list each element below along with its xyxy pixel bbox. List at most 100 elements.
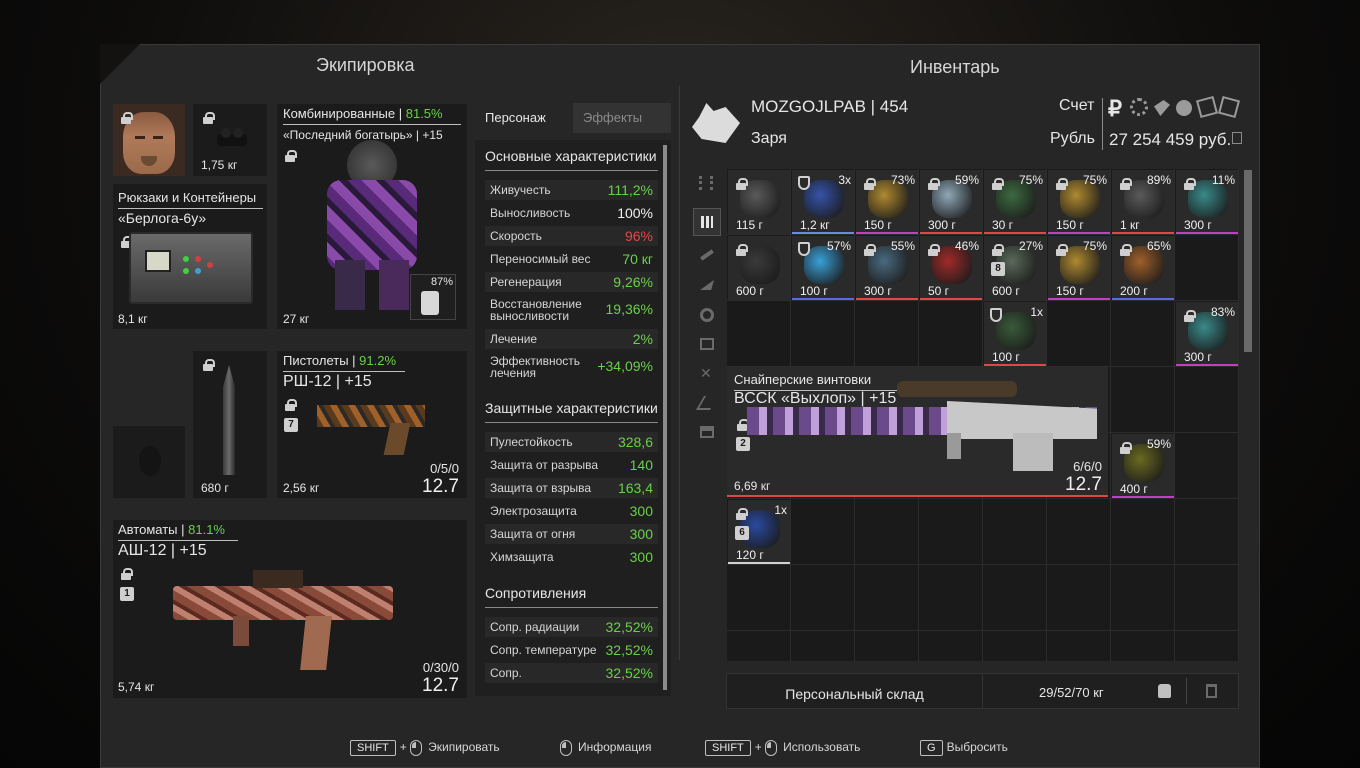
inventory-item[interactable]: 600 г <box>728 236 790 300</box>
item-rarity-bar <box>792 298 854 300</box>
stat-row: Лечение 2% <box>485 329 658 349</box>
lock-icon <box>736 244 748 256</box>
lock-icon <box>203 359 215 371</box>
inventory-scrollbar[interactable] <box>1244 170 1252 352</box>
sniper-caliber: 12.7 <box>1065 474 1102 495</box>
inventory-item[interactable]: 75% 30 г <box>984 170 1046 234</box>
stats-scrollbar[interactable] <box>663 145 667 690</box>
stat-value: 96% <box>624 228 653 244</box>
inventory-item[interactable]: 83% 300 г <box>1176 302 1238 366</box>
item-weight: 30 г <box>992 218 1014 232</box>
stat-label: Скорость <box>490 229 542 243</box>
inventory-item[interactable]: 75% 150 г <box>1048 236 1110 300</box>
item-rarity-bar <box>1112 496 1174 498</box>
inventory-item[interactable]: 46% 50 г <box>920 236 982 300</box>
backpack-slot[interactable]: Рюкзаки и Контейнеры «Берлога-6у» 8,1 кг <box>113 184 267 329</box>
armor-insert-slot[interactable]: 87% <box>410 274 456 320</box>
item-percent: 89% <box>1146 173 1171 187</box>
item-percent: 1x <box>774 503 787 517</box>
item-percent: 11% <box>1211 173 1235 187</box>
misc-filter-icon[interactable] <box>695 396 719 410</box>
pistol-title: Пистолеты | 91.2% <box>283 353 397 368</box>
item-rarity-bar <box>1112 298 1174 300</box>
inventory-item[interactable]: 65% 200 г <box>1112 236 1174 300</box>
item-weight: 150 г <box>864 218 892 232</box>
inventory-item[interactable]: 1x 100 г <box>984 302 1046 366</box>
weight-icon <box>1158 684 1171 698</box>
item-weight: 1,2 кг <box>800 218 830 232</box>
lock-icon <box>736 178 748 190</box>
hint-drop: G Выбросить <box>920 740 1008 756</box>
inventory-item[interactable]: 59% 300 г <box>920 170 982 234</box>
item-percent: 75% <box>1082 239 1107 253</box>
token-currency-icon[interactable] <box>1176 100 1192 116</box>
knife-filter-icon[interactable] <box>700 280 714 290</box>
stat-label: Электрозащита <box>490 504 577 518</box>
rifle-caliber: 12.7 <box>422 675 459 696</box>
inventory-item[interactable]: 115 г <box>728 170 790 234</box>
pistol-slot[interactable]: Пистолеты | 91.2% РШ-12 | +15 7 0/5/0 12… <box>277 351 467 498</box>
pistol-slot-badge: 7 <box>284 418 298 432</box>
stat-value: 300 <box>629 503 653 519</box>
item-rarity-bar <box>984 364 1046 366</box>
inventory-item[interactable]: 55% 300 г <box>856 236 918 300</box>
item-rarity-bar <box>984 232 1046 234</box>
shield-icon <box>798 242 810 256</box>
stat-row: Живучесть 111,2% <box>485 180 658 200</box>
ruble-icon[interactable]: ₽ <box>1108 96 1122 122</box>
stat-label: Сопр. радиации <box>490 620 580 634</box>
account-label: Счет <box>1059 97 1095 114</box>
artifact-filter-icon[interactable] <box>700 308 714 322</box>
lock-icon <box>285 399 297 411</box>
stat-label: Пулестойкость <box>490 435 573 449</box>
nightvision-slot[interactable]: 1,75 кг <box>193 104 267 176</box>
stat-value: 32,52% <box>605 642 653 658</box>
shield-icon <box>798 176 810 190</box>
inventory-item[interactable]: 59% 400 г <box>1112 434 1174 498</box>
item-slot-badge: 8 <box>991 262 1005 276</box>
item-rarity-bar <box>1176 232 1238 234</box>
inventory-item[interactable]: 57% 100 г <box>792 236 854 300</box>
inventory-item[interactable]: 8 27% 600 г <box>984 236 1046 300</box>
inventory-item[interactable]: 75% 150 г <box>1048 170 1110 234</box>
item-weight: 300 г <box>1184 350 1212 364</box>
armor-slot[interactable]: Комбинированные | 81.5% «Последний богат… <box>277 104 467 329</box>
inventory-item[interactable]: 6 1x 120 г <box>728 500 790 564</box>
trash-icon[interactable] <box>1206 684 1217 698</box>
weapon-filter-icon[interactable] <box>700 249 714 261</box>
grenade-slot[interactable] <box>113 426 185 498</box>
expand-icon[interactable] <box>1232 132 1242 144</box>
lock-icon <box>1120 178 1132 190</box>
device-filter-icon[interactable] <box>700 338 714 350</box>
face-slot[interactable] <box>113 104 185 176</box>
grid-view-icon[interactable] <box>693 208 721 236</box>
personal-storage-button[interactable]: Персональный склад <box>727 674 983 708</box>
currency-label: Рубль <box>1050 130 1095 147</box>
pistol-ammo: 0/5/0 <box>430 461 459 476</box>
lock-icon <box>928 244 940 256</box>
tab-effects[interactable]: Эффекты <box>573 103 671 133</box>
gear-currency-icon[interactable] <box>1130 98 1148 116</box>
tab-character[interactable]: Персонаж <box>475 103 573 133</box>
pistol-icon <box>317 387 427 457</box>
stat-value: 2% <box>632 331 653 347</box>
item-weight: 150 г <box>1056 218 1084 232</box>
mouse-icon <box>560 740 572 756</box>
inventory-item[interactable]: 3x 1,2 кг <box>792 170 854 234</box>
container-filter-icon[interactable] <box>700 426 714 438</box>
stat-label: Переносимый вес <box>490 252 591 266</box>
inventory-item[interactable]: 89% 1 кг <box>1112 170 1174 234</box>
knife-slot[interactable]: 680 г <box>193 351 267 498</box>
sniper-rifle-item[interactable]: Снайперские винтовки ВССК «Выхлоп» | +15… <box>727 367 1108 497</box>
item-percent: 57% <box>826 239 851 253</box>
stat-label: Сопр. <box>490 666 522 680</box>
inventory-item[interactable]: 11% 300 г <box>1176 170 1238 234</box>
lock-icon <box>203 112 215 124</box>
player-faction: Заря <box>751 130 787 147</box>
stat-label: Живучесть <box>490 183 551 197</box>
list-view-icon[interactable] <box>699 176 713 190</box>
rifle-slot[interactable]: Автоматы | 81.1% АШ-12 | +15 1 0/30/0 12… <box>113 520 467 698</box>
tools-filter-icon[interactable]: ✕ <box>700 366 714 380</box>
player-name: MOZGOJLPAB | 454 <box>751 97 909 116</box>
inventory-item[interactable]: 73% 150 г <box>856 170 918 234</box>
